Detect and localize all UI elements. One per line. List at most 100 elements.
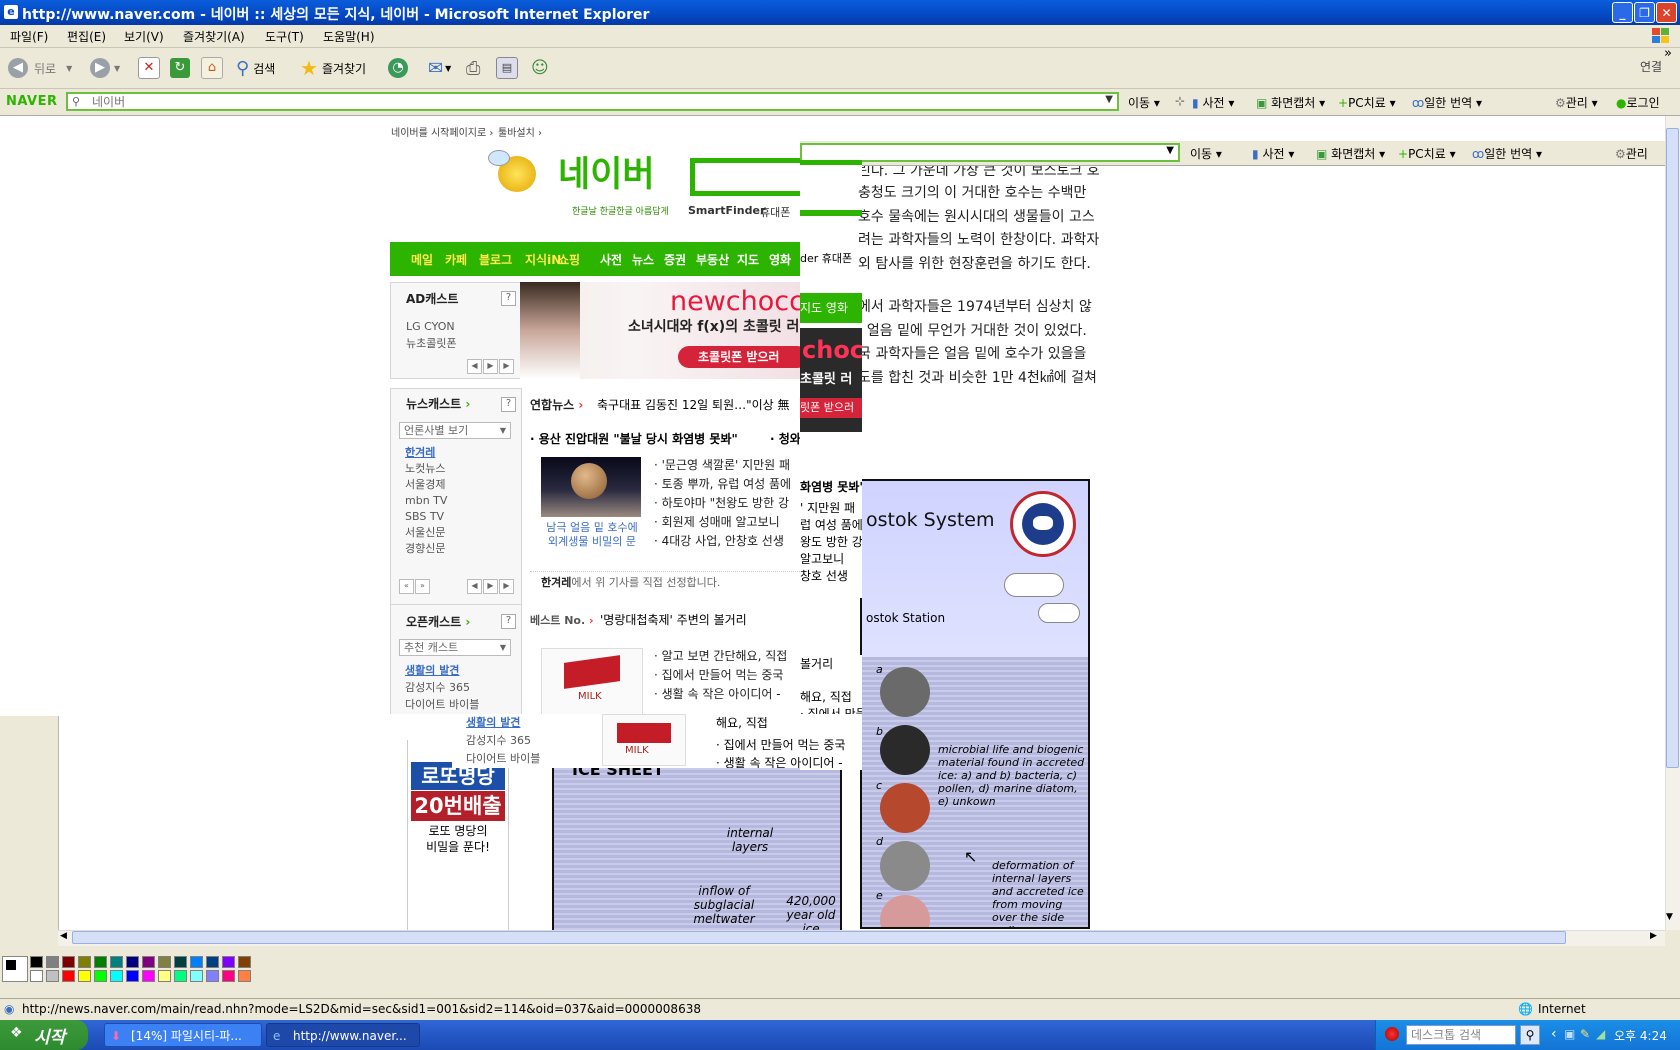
opencast-cat[interactable]: 생활의 발견 — [405, 662, 479, 679]
ad-cta-button[interactable]: 초콜릿폰 받으러 — [678, 346, 800, 368]
restore-button[interactable]: ❐ — [1634, 2, 1655, 23]
palette-swatch[interactable] — [126, 956, 139, 968]
scroll-right-icon[interactable]: ▶ — [1650, 931, 1657, 941]
adcast-item[interactable]: 뉴초콜릿폰 — [406, 335, 457, 351]
adcast-prev-icon[interactable]: ◀ — [467, 359, 482, 374]
palette-swatch[interactable] — [30, 970, 43, 982]
palette-swatch[interactable] — [190, 956, 203, 968]
toolbar-chevron[interactable]: » — [1664, 46, 1672, 61]
palette-swatch[interactable] — [110, 970, 123, 982]
source-sbs[interactable]: SBS TV — [405, 509, 447, 525]
source-last-icon[interactable]: » — [415, 579, 430, 594]
palette-swatch[interactable] — [46, 956, 59, 968]
palette-swatch[interactable] — [174, 970, 187, 982]
ad-banner[interactable]: newchocc 소녀시대와 f(x)의 초콜릿 러 초콜릿폰 받으러 — [520, 282, 800, 379]
source-mbn[interactable]: mbn TV — [405, 493, 447, 509]
nav-realestate[interactable]: 부동산 — [696, 251, 729, 268]
history-button[interactable]: ◔ — [388, 56, 408, 80]
pc-repair-button[interactable]: +PC치료 ▾ — [1338, 94, 1396, 111]
tray-app-icon[interactable]: ▣ — [1564, 1027, 1575, 1041]
adcast-help-icon[interactable]: ? — [501, 291, 516, 306]
palette-swatch[interactable] — [142, 956, 155, 968]
menu-edit[interactable]: 편집(E) — [67, 28, 106, 45]
desktop-search-icon[interactable]: ⚲ — [1520, 1025, 1540, 1045]
nav-movie[interactable]: 영화 — [769, 251, 791, 268]
mail-button[interactable]: ✉ ▼ — [428, 56, 451, 80]
japanese-translate-button[interactable]: ꝏ일한 번역 ▾ — [1412, 94, 1482, 111]
palette-swatch[interactable] — [238, 970, 251, 982]
palette-swatch[interactable] — [142, 970, 155, 982]
horizontal-scroll-thumb[interactable] — [72, 931, 1566, 944]
news-image[interactable] — [541, 457, 641, 517]
nav-stocks[interactable]: 증권 — [664, 251, 686, 268]
adcast-item[interactable]: LG CYON — [406, 320, 455, 333]
opencast-cat[interactable]: 다이어트 바이블 — [405, 696, 479, 713]
milk-image[interactable]: MILK — [541, 648, 643, 714]
palette-swatch[interactable] — [222, 956, 235, 968]
screen-capture-button[interactable]: ▣ 화면캡처 ▾ — [1256, 94, 1325, 111]
news-headline[interactable]: · 용산 진압대원 "불날 당시 화염병 못봐" — [530, 430, 738, 447]
login-button[interactable]: ●로그인 — [1616, 94, 1660, 111]
opencast-help-icon[interactable]: ? — [501, 614, 516, 629]
menu-help[interactable]: 도움말(H) — [323, 28, 375, 45]
news-item[interactable]: · 회원제 성매매 알고보니 — [654, 513, 791, 532]
vertical-scroll-thumb[interactable] — [1666, 128, 1679, 768]
palette-swatch[interactable] — [94, 970, 107, 982]
palette-swatch[interactable] — [158, 956, 171, 968]
phone-link[interactable]: 휴대폰 — [760, 204, 790, 220]
task-filecity[interactable]: ⬇ [14%] 파일시티-파... — [104, 1023, 262, 1047]
source-play-icon[interactable]: ▶ — [483, 579, 498, 594]
source-first-icon[interactable]: « — [399, 579, 414, 594]
nav-kin[interactable]: 지식iN — [525, 251, 561, 268]
nav-blog[interactable]: 블로그 — [479, 251, 512, 268]
current-color-swatch[interactable] — [2, 956, 28, 982]
palette-swatch[interactable] — [238, 956, 251, 968]
source-sedaily[interactable]: 서울경제 — [405, 477, 447, 493]
source-seoul[interactable]: 서울신문 — [405, 525, 447, 541]
back-button[interactable]: ◀ 뒤로 ▼ — [8, 56, 72, 80]
tray-volume-icon[interactable]: ◢ — [1596, 1027, 1605, 1041]
adcast-next-icon[interactable]: ▶ — [499, 359, 514, 374]
search-button[interactable]: ⚲ 검색 — [236, 56, 275, 80]
palette-swatch[interactable] — [78, 956, 91, 968]
naver-search-box[interactable]: ⚲ ▼ — [66, 92, 1119, 111]
main-search-box[interactable] — [690, 158, 800, 196]
opencast-select[interactable]: 추천 캐스트 ▼ — [399, 639, 511, 656]
opencast-item[interactable]: · 집에서 만들어 먹는 중국 — [654, 666, 787, 685]
opencast-cat[interactable]: 감성지수 365 — [405, 679, 479, 696]
source-nocut[interactable]: 노컷뉴스 — [405, 461, 447, 477]
tray-network-icon[interactable]: ✎ — [1580, 1027, 1590, 1041]
news-item[interactable]: · '문근영 색깔론' 지만원 패 — [654, 456, 791, 475]
adcast-pause-icon[interactable]: ▶ — [483, 359, 498, 374]
smartfinder-link[interactable]: SmartFinder — [688, 204, 765, 217]
palette-swatch[interactable] — [110, 956, 123, 968]
palette-swatch[interactable] — [206, 970, 219, 982]
nav-shopping[interactable]: 쇼핑 — [558, 251, 580, 268]
source-hani[interactable]: 한겨레 — [405, 445, 447, 461]
news-headline-2[interactable]: · 청와 — [770, 430, 800, 447]
scroll-down-icon[interactable]: ▼ — [1666, 912, 1673, 922]
naver-search-input[interactable] — [90, 94, 1044, 110]
palette-swatch[interactable] — [30, 956, 43, 968]
palette-swatch[interactable] — [126, 970, 139, 982]
palette-swatch[interactable] — [94, 956, 107, 968]
refresh-button[interactable]: ↻ — [170, 56, 190, 80]
close-button[interactable]: ✕ — [1656, 2, 1677, 23]
best-title[interactable]: '명랑대첩축제' 주변의 볼거리 — [600, 611, 747, 628]
newscast-help-icon[interactable]: ? — [501, 397, 516, 412]
nav-mail[interactable]: 메일 — [411, 251, 433, 268]
lotto-widget[interactable]: 로또명당 20번배출 로또 명당의 비밀을 푼다! — [407, 740, 509, 930]
palette-swatch[interactable] — [62, 970, 75, 982]
stop-button[interactable]: ✕ — [138, 56, 160, 80]
nav-dictionary[interactable]: 사전 — [600, 251, 622, 268]
edit-button[interactable]: ▤ — [496, 56, 518, 80]
menu-file[interactable]: 파일(F) — [10, 28, 48, 45]
favorites-button[interactable]: ★ 즐겨찾기 — [300, 56, 366, 80]
palette-swatch[interactable] — [222, 970, 235, 982]
manage-button[interactable]: ⚙관리 ▾ — [1555, 94, 1598, 111]
print-button[interactable]: ⎙ — [466, 56, 480, 80]
forward-button[interactable]: ▶ ▼ — [90, 56, 120, 80]
tray-collapse-icon[interactable]: ‹ — [1551, 1026, 1557, 1042]
source-prev-icon[interactable]: ◀ — [467, 579, 482, 594]
install-toolbar-link[interactable]: 툴바설치 › — [498, 124, 542, 139]
